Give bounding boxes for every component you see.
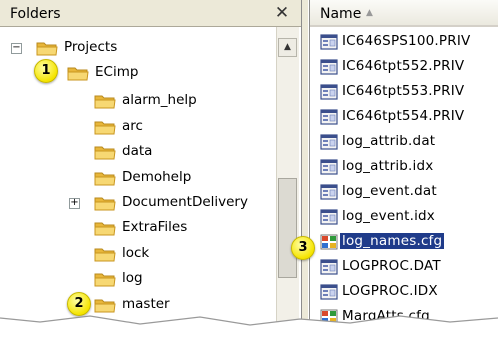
sort-ascending-icon: ▲	[366, 8, 373, 18]
pane-splitter[interactable]	[302, 0, 308, 339]
config-file-icon	[320, 258, 338, 276]
tree-item-data[interactable]: data	[0, 141, 276, 165]
tree-item-label: lock	[122, 245, 150, 261]
tree-item-extrafiles[interactable]: ExtraFiles	[0, 217, 276, 241]
tree-item-log[interactable]: log	[0, 268, 276, 292]
file-row-ic646tpt552-priv[interactable]: IC646tpt552.PRIV	[310, 56, 498, 79]
collapse-icon[interactable]: −	[11, 43, 22, 54]
file-row-log-event-dat[interactable]: log_event.dat	[310, 181, 498, 204]
folder-icon	[94, 245, 116, 263]
config-file-icon	[320, 183, 338, 201]
expand-icon[interactable]: +	[69, 198, 80, 209]
tree-item-label: master	[122, 296, 170, 312]
tree-item-label: data	[122, 143, 153, 159]
file-label: log_attrib.idx	[342, 158, 434, 174]
file-label: LOGPROC.IDX	[342, 283, 438, 299]
tree-item-alarm-help[interactable]: alarm_help	[0, 90, 276, 114]
file-row-log-names-cfg[interactable]: log_names.cfg	[310, 231, 498, 254]
folder-icon	[94, 270, 116, 288]
file-label: LOGPROC.DAT	[342, 258, 441, 274]
tree-item-label: alarm_help	[122, 92, 197, 108]
name-column-header[interactable]: Name ▲	[310, 0, 498, 27]
tree-item-lock[interactable]: lock	[0, 243, 276, 267]
callout-3: 3	[291, 236, 315, 260]
file-row-logproc-dat[interactable]: LOGPROC.DAT	[310, 256, 498, 279]
scroll-thumb[interactable]	[278, 178, 297, 278]
file-row-ic646tpt554-priv[interactable]: IC646tpt554.PRIV	[310, 106, 498, 129]
folder-icon	[94, 143, 116, 161]
config-file-icon	[320, 133, 338, 151]
folder-icon	[94, 296, 116, 314]
tree-item-label: arc	[122, 118, 143, 134]
tree-item-label: Projects	[64, 39, 118, 55]
folder-icon	[94, 219, 116, 237]
folder-icon	[94, 169, 116, 187]
folder-icon	[67, 64, 89, 82]
file-row-log-attrib-idx[interactable]: log_attrib.idx	[310, 156, 498, 179]
tree-item-arc[interactable]: arc	[0, 116, 276, 140]
file-label: IC646SPS100.PRIV	[342, 33, 471, 49]
file-label: IC646tpt553.PRIV	[342, 83, 465, 99]
folder-icon	[94, 118, 116, 136]
folder-icon	[36, 39, 58, 57]
config-file-icon	[320, 208, 338, 226]
tree-item-demohelp[interactable]: Demohelp	[0, 167, 276, 191]
config-file-icon	[320, 33, 338, 51]
close-icon[interactable]: ✕	[271, 2, 293, 24]
folder-icon	[94, 194, 116, 212]
file-row-ic646sps100-priv[interactable]: IC646SPS100.PRIV	[310, 31, 498, 54]
folders-pane-title: Folders	[10, 6, 61, 22]
config-file-icon	[320, 283, 338, 301]
file-label: IC646tpt552.PRIV	[342, 58, 465, 74]
folders-pane-header: Folders ✕	[0, 0, 301, 27]
file-label: log_event.dat	[342, 183, 437, 199]
file-label: log_event.idx	[342, 208, 435, 224]
file-row-logproc-idx[interactable]: LOGPROC.IDX	[310, 281, 498, 304]
callout-2: 2	[67, 292, 91, 316]
config-file-icon	[320, 108, 338, 126]
folders-scrollbar[interactable]: ▲	[276, 27, 299, 339]
config-file-icon	[320, 58, 338, 76]
tree-item-documentdelivery[interactable]: + DocumentDelivery	[0, 192, 276, 216]
scroll-up-button[interactable]: ▲	[278, 38, 297, 57]
tree-item-label: Demohelp	[122, 169, 192, 185]
file-row-log-event-idx[interactable]: log_event.idx	[310, 206, 498, 229]
cfg-file-icon	[320, 233, 338, 251]
config-file-icon	[320, 83, 338, 101]
file-label: IC646tpt554.PRIV	[342, 108, 465, 124]
file-row-ic646tpt553-priv[interactable]: IC646tpt553.PRIV	[310, 81, 498, 104]
file-row-margatts-cfg[interactable]: MargAtts.cfg	[310, 306, 498, 329]
file-label: MargAtts.cfg	[342, 308, 430, 324]
config-file-icon	[320, 158, 338, 176]
callout-1: 1	[34, 59, 58, 83]
tree-item-master[interactable]: master	[0, 294, 276, 318]
tree-item-label: ExtraFiles	[122, 219, 188, 235]
tree-item-projects[interactable]: − Projects	[0, 37, 276, 61]
tree-item-label: DocumentDelivery	[122, 194, 248, 210]
name-column-label: Name	[320, 6, 362, 22]
cfg-file-icon	[320, 308, 338, 326]
file-label: log_attrib.dat	[342, 133, 436, 149]
file-row-log-attrib-dat[interactable]: log_attrib.dat	[310, 131, 498, 154]
tree-item-label: log	[122, 270, 143, 286]
folder-icon	[94, 92, 116, 110]
files-pane: Name ▲ IC646SPS100.PRIV IC646tpt552.PRIV I…	[309, 0, 498, 339]
file-label: log_names.cfg	[340, 233, 445, 249]
folders-pane: Folders ✕ − Projects ECimp alarm_helparc dat…	[0, 0, 302, 339]
tree-item-label: ECimp	[95, 64, 139, 80]
